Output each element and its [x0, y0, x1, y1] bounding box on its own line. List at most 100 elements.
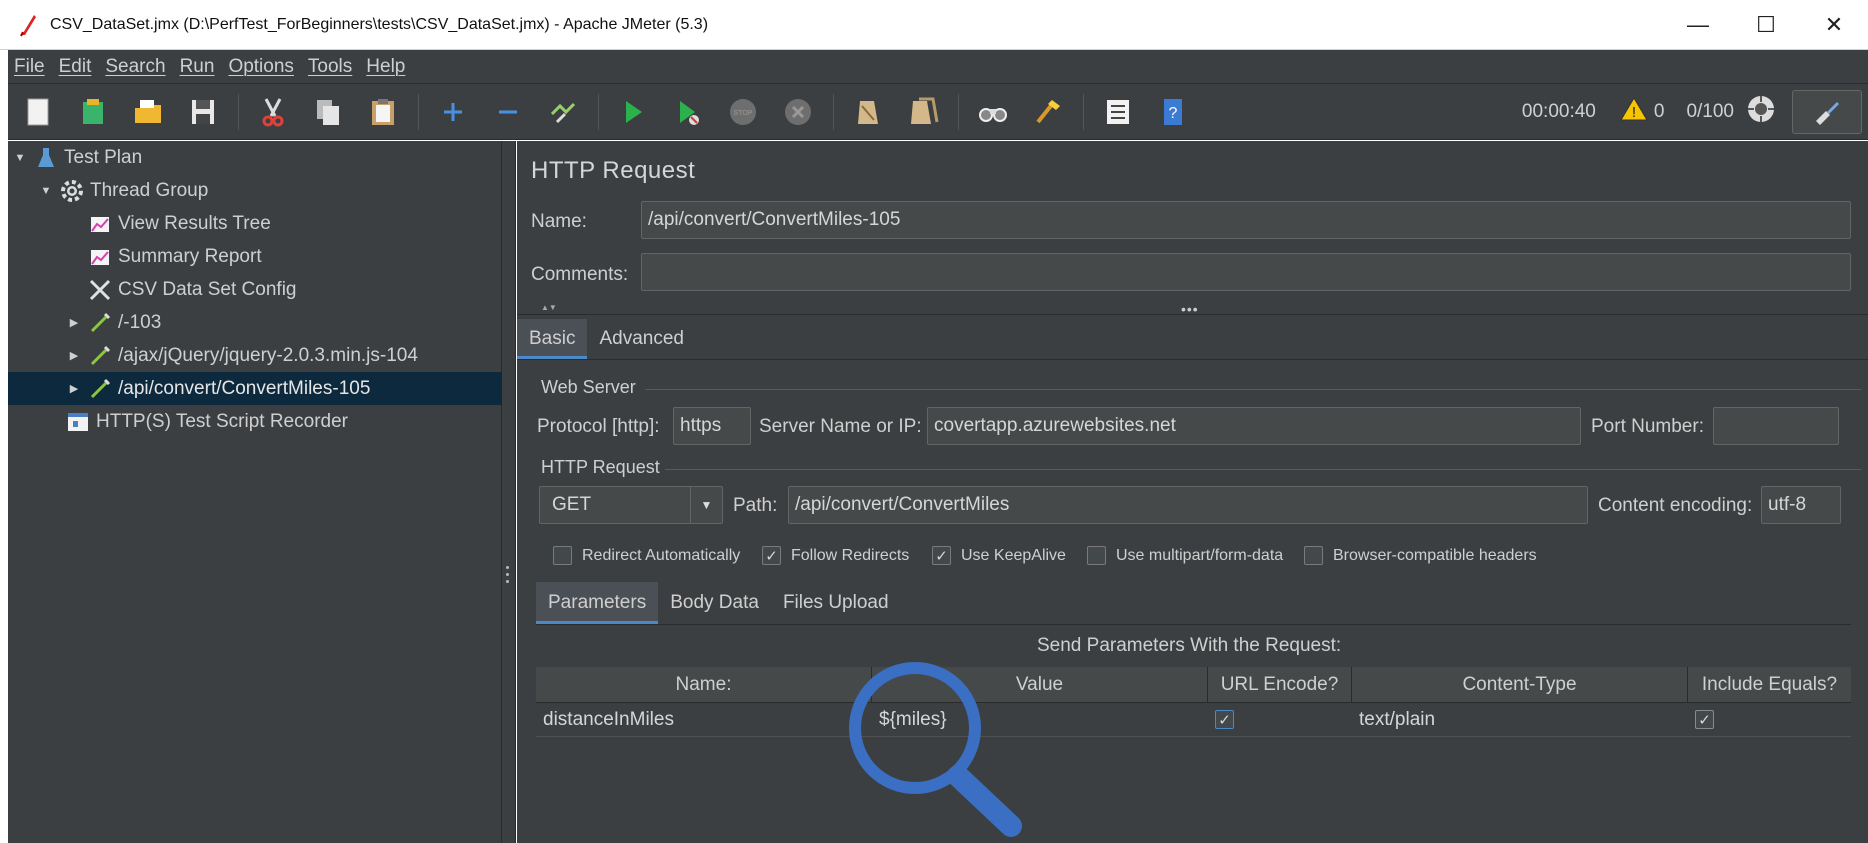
- elapsed-timer: 00:00:40: [1521, 101, 1596, 122]
- checkbox-box[interactable]: ✓: [762, 546, 781, 565]
- column-header[interactable]: Include Equals?: [1688, 667, 1851, 702]
- splitter-grip[interactable]: [506, 566, 510, 590]
- checkbox-box[interactable]: [1304, 546, 1323, 565]
- tree-item-summary-report[interactable]: Summary Report: [8, 240, 502, 273]
- redirect-automatically-checkbox[interactable]: Redirect Automatically: [553, 546, 740, 565]
- cut-icon[interactable]: [253, 92, 293, 132]
- search-binoculars-icon[interactable]: [973, 92, 1013, 132]
- panel-splitter[interactable]: [502, 141, 516, 843]
- tree-item-recorder[interactable]: HTTP(S) Test Script Recorder: [8, 405, 502, 438]
- column-header[interactable]: Name:: [536, 667, 872, 702]
- collapsed-arrow-icon[interactable]: ▶: [66, 349, 82, 362]
- expand-icon[interactable]: [433, 92, 473, 132]
- tab-underline: [517, 359, 1868, 360]
- function-helper-icon[interactable]: [1098, 92, 1138, 132]
- tab-files-upload[interactable]: Files Upload: [771, 582, 901, 624]
- checkbox-box[interactable]: [553, 546, 572, 565]
- copy-icon[interactable]: [308, 92, 348, 132]
- http-request-panel: HTTP Request Name: /api/convert/ConvertM…: [517, 141, 1868, 843]
- menu-tools[interactable]: Tools: [308, 56, 352, 78]
- flask-icon: [34, 146, 58, 170]
- menu-options[interactable]: Options: [228, 56, 293, 78]
- start-icon[interactable]: [613, 92, 653, 132]
- tree-item-thread-group[interactable]: ▼ Thread Group: [8, 174, 502, 207]
- checkbox-box[interactable]: ✓: [932, 546, 951, 565]
- chevron-down-icon[interactable]: ▼: [690, 487, 722, 523]
- collapse-arrows-icon[interactable]: ▲▼: [541, 303, 557, 312]
- parameter-tabs: Parameters Body Data Files Upload: [536, 582, 901, 624]
- tree-item-csv-data-set-config[interactable]: CSV Data Set Config: [8, 273, 502, 306]
- active-threads: 0/100: [1686, 101, 1734, 122]
- reset-search-icon[interactable]: [1028, 92, 1068, 132]
- menu-run[interactable]: Run: [180, 56, 215, 78]
- follow-redirects-checkbox[interactable]: ✓ Follow Redirects: [762, 546, 909, 565]
- collapse-icon[interactable]: [488, 92, 528, 132]
- collapsed-arrow-icon[interactable]: ▶: [66, 316, 82, 329]
- checkbox-box[interactable]: [1087, 546, 1106, 565]
- menu-file[interactable]: File: [14, 56, 45, 78]
- menu-search[interactable]: Search: [105, 56, 165, 78]
- include-equals-cell[interactable]: ✓: [1688, 703, 1851, 736]
- encoding-field[interactable]: utf-8: [1761, 486, 1841, 524]
- open-icon[interactable]: [128, 92, 168, 132]
- tree-item-test-plan[interactable]: ▼ Test Plan: [8, 141, 502, 174]
- tree-item-sampler-103[interactable]: ▶ /-103: [8, 306, 502, 339]
- tree-item-label: CSV Data Set Config: [118, 278, 297, 300]
- port-field[interactable]: [1713, 407, 1839, 445]
- content-type-cell[interactable]: text/plain: [1352, 703, 1688, 736]
- method-select[interactable]: GET ▼: [539, 486, 723, 524]
- tab-parameters[interactable]: Parameters: [536, 582, 659, 624]
- test-plan-tree: ▼ Test Plan ▼ Thread Group View Results …: [8, 141, 502, 843]
- paste-icon[interactable]: [363, 92, 403, 132]
- comments-field[interactable]: [641, 253, 1851, 291]
- clear-icon[interactable]: [848, 92, 888, 132]
- use-keepalive-checkbox[interactable]: ✓ Use KeepAlive: [932, 546, 1066, 565]
- collapsed-arrow-icon[interactable]: ▶: [66, 382, 82, 395]
- param-name-cell[interactable]: distanceInMiles: [536, 703, 872, 736]
- tab-advanced[interactable]: Advanced: [587, 319, 696, 359]
- clear-all-icon[interactable]: [903, 92, 943, 132]
- tab-basic[interactable]: Basic: [517, 319, 588, 359]
- stop-icon[interactable]: STOP: [723, 92, 763, 132]
- tree-item-sampler-105[interactable]: ▶ /api/convert/ConvertMiles-105: [8, 372, 502, 405]
- url-encode-cell[interactable]: ✓: [1208, 703, 1352, 736]
- menu-edit[interactable]: Edit: [59, 56, 92, 78]
- expand-arrow-icon[interactable]: ▼: [38, 185, 54, 197]
- remote-status-icon: [1746, 94, 1776, 130]
- tree-item-label: Test Plan: [64, 146, 143, 168]
- protocol-field[interactable]: https: [673, 407, 751, 445]
- toolbar-separator: [238, 93, 239, 130]
- name-field[interactable]: /api/convert/ConvertMiles-105: [641, 201, 1851, 239]
- menu-help[interactable]: Help: [366, 56, 405, 78]
- window-title-bar: CSV_DataSet.jmx (D:\PerfTest_ForBeginner…: [0, 0, 1868, 50]
- path-field[interactable]: /api/convert/ConvertMiles: [788, 486, 1588, 524]
- templates-icon[interactable]: [73, 92, 113, 132]
- tab-body-data[interactable]: Body Data: [658, 582, 771, 624]
- use-multipart-checkbox[interactable]: Use multipart/form-data: [1087, 546, 1283, 565]
- shutdown-icon[interactable]: [778, 92, 818, 132]
- help-icon[interactable]: ?: [1153, 92, 1193, 132]
- checkbox-label: Use KeepAlive: [961, 546, 1066, 564]
- minimize-button[interactable]: —: [1664, 0, 1732, 50]
- maximize-button[interactable]: ☐: [1732, 0, 1800, 50]
- warning-icon[interactable]: !: [1619, 96, 1648, 128]
- browser-compatible-headers-checkbox[interactable]: Browser-compatible headers: [1304, 546, 1537, 565]
- server-field[interactable]: covertapp.azurewebsites.net: [927, 407, 1581, 445]
- include-equals-checkbox[interactable]: ✓: [1695, 710, 1714, 729]
- toggle-icon[interactable]: [543, 92, 583, 132]
- tree-item-sampler-104[interactable]: ▶ /ajax/jQuery/jquery-2.0.3.min.js-104: [8, 339, 502, 372]
- tree-item-view-results-tree[interactable]: View Results Tree: [8, 207, 502, 240]
- pipette-icon: [88, 344, 112, 368]
- column-header[interactable]: Content-Type: [1352, 667, 1688, 702]
- toolbar-separator: [1083, 93, 1084, 130]
- column-header[interactable]: URL Encode?: [1208, 667, 1352, 702]
- new-icon[interactable]: [18, 92, 58, 132]
- expand-arrow-icon[interactable]: ▼: [12, 152, 28, 164]
- table-row[interactable]: distanceInMiles ${miles} ✓ text/plain ✓: [536, 703, 1851, 737]
- save-icon[interactable]: [183, 92, 223, 132]
- look-and-feel-button[interactable]: [1792, 90, 1862, 134]
- close-button[interactable]: ✕: [1800, 0, 1868, 50]
- start-no-pauses-icon[interactable]: [668, 92, 708, 132]
- tree-item-label: HTTP(S) Test Script Recorder: [96, 410, 348, 432]
- url-encode-checkbox[interactable]: ✓: [1215, 710, 1234, 729]
